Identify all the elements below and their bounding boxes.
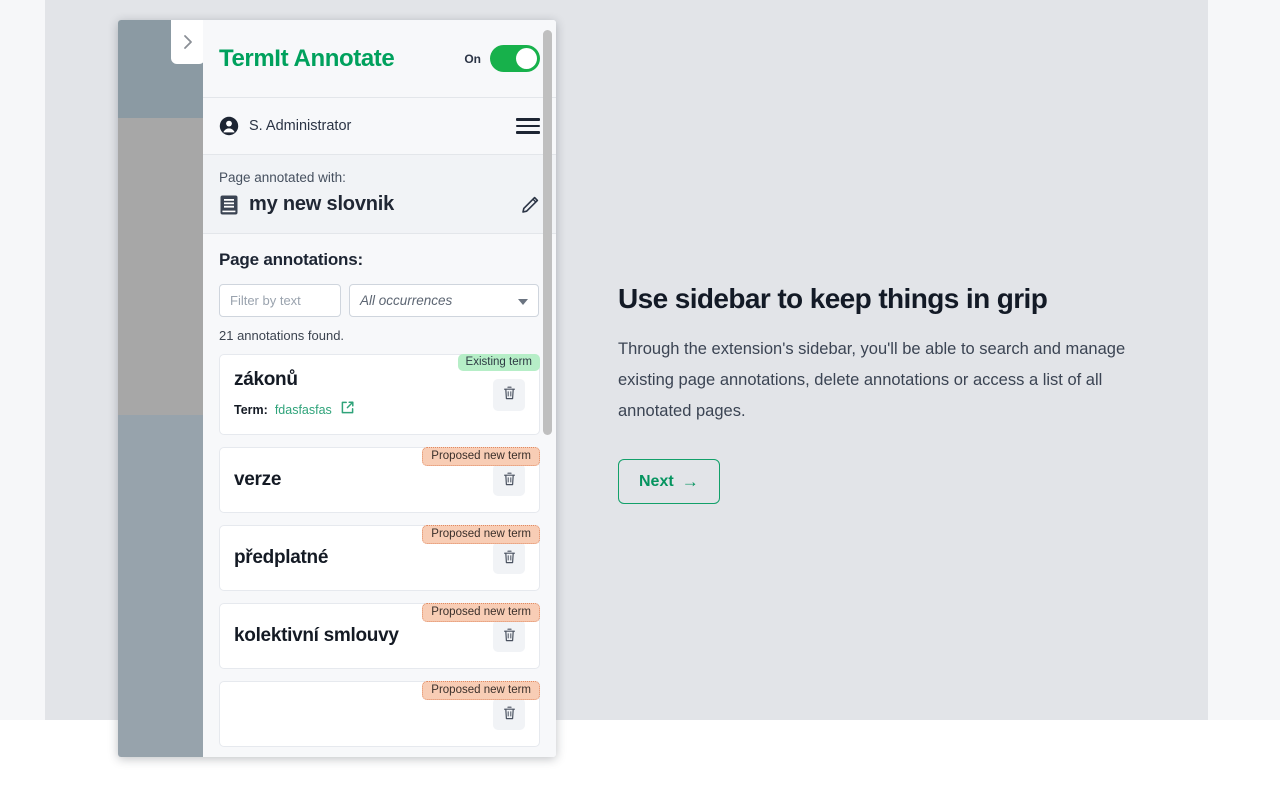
extension-sidebar: TermIt Annotate On S. Administrator Page…	[203, 20, 556, 757]
annotation-list: Existing term zákonů Term: fdasfasfas Pr…	[219, 354, 540, 747]
annotation-card-body: zákonů Term: fdasfasfas	[234, 369, 493, 420]
annotation-filters: All occurrences	[219, 284, 540, 317]
overlay-band-middle	[118, 118, 203, 415]
hamburger-bar	[516, 131, 540, 134]
chevron-down-icon	[518, 299, 528, 305]
annotation-term-text: kolektivní smlouvy	[234, 625, 399, 646]
annotations-count-text: 21 annotations found.	[219, 328, 345, 343]
status-badge: Proposed new term	[422, 603, 540, 622]
trash-icon	[502, 705, 517, 724]
annotations-title: Page annotations:	[219, 250, 363, 269]
filter-text-input[interactable]	[219, 284, 341, 317]
list-item: Proposed new term kolektivní smlouvy	[219, 603, 540, 669]
sidebar-scrollbar-thumb[interactable]	[543, 30, 552, 435]
page-background-left-band	[0, 0, 45, 720]
next-button-label: Next	[639, 472, 674, 490]
trash-icon	[502, 627, 517, 646]
list-item: Existing term zákonů Term: fdasfasfas	[219, 354, 540, 435]
delete-annotation-button[interactable]	[493, 378, 525, 411]
vocabulary-section: Page annotated with: my new slovnik	[203, 155, 556, 234]
pencil-icon[interactable]	[520, 195, 540, 215]
annotation-card-body: kolektivní smlouvy	[234, 625, 493, 647]
toggle-state-label: On	[464, 51, 481, 66]
sidebar-header: TermIt Annotate On	[203, 20, 556, 98]
list-item: Proposed new term verze	[219, 447, 540, 513]
annotation-term-meta: Term: fdasfasfas	[234, 400, 493, 420]
user-circle-icon	[219, 116, 239, 136]
tooltip-title: Use sidebar to keep things in grip	[618, 283, 1048, 314]
extension-window: TermIt Annotate On S. Administrator Page…	[118, 20, 556, 757]
arrow-right-icon: →	[681, 471, 699, 491]
app-brand-title: TermIt Annotate	[219, 44, 395, 72]
external-link-icon[interactable]	[340, 400, 355, 420]
trash-icon	[502, 549, 517, 568]
sidebar-collapse-toggle[interactable]	[171, 20, 205, 64]
trash-icon	[502, 385, 517, 404]
chevron-right-icon	[182, 34, 194, 50]
page-root: TermIt Annotate On S. Administrator Page…	[0, 0, 1280, 800]
onboarding-tooltip: Use sidebar to keep things in grip Throu…	[618, 283, 1148, 504]
tooltip-body-text: Through the extension's sidebar, you'll …	[618, 340, 1126, 420]
sidebar-user-row: S. Administrator	[203, 98, 556, 155]
annotation-term-key: Term:	[234, 403, 268, 417]
status-badge: Proposed new term	[422, 447, 540, 466]
trash-icon	[502, 471, 517, 490]
book-icon	[219, 194, 239, 216]
delete-annotation-button[interactable]	[493, 464, 525, 496]
toggle-knob	[516, 48, 537, 69]
delete-annotation-button[interactable]	[493, 620, 525, 652]
overlay-band-bottom	[118, 415, 203, 757]
status-badge: Proposed new term	[422, 525, 540, 544]
delete-annotation-button[interactable]	[493, 542, 525, 574]
annotation-card-body: verze	[234, 469, 493, 491]
hamburger-bar	[516, 124, 540, 128]
annotation-enable-toggle[interactable]	[490, 45, 540, 72]
page-background-right-band	[1208, 0, 1280, 720]
user-display-name: S. Administrator	[249, 118, 352, 134]
annotation-term-value[interactable]: fdasfasfas	[275, 403, 332, 417]
hamburger-bar	[516, 118, 540, 121]
page-dim-overlay	[118, 20, 203, 757]
annotation-term-text: zákonů	[234, 369, 298, 390]
list-item: Proposed new term	[219, 681, 540, 747]
delete-annotation-button[interactable]	[493, 698, 525, 730]
next-button[interactable]: Next →	[618, 459, 720, 504]
occurrence-select[interactable]: All occurrences	[349, 284, 539, 317]
occurrence-select-value: All occurrences	[360, 293, 453, 308]
annotation-term-text: verze	[234, 469, 282, 490]
annotation-card-body: předplatné	[234, 547, 493, 569]
vocabulary-name: my new slovnik	[249, 193, 395, 215]
annotation-term-text: předplatné	[234, 547, 329, 568]
list-item: Proposed new term předplatné	[219, 525, 540, 591]
annotations-section: Page annotations: All occurrences 21 ann…	[203, 234, 556, 747]
vocabulary-row: my new slovnik	[219, 193, 540, 216]
vocabulary-caption: Page annotated with:	[219, 170, 346, 185]
status-badge: Proposed new term	[422, 681, 540, 700]
status-badge: Existing term	[457, 354, 540, 371]
hamburger-menu-icon[interactable]	[516, 114, 540, 138]
